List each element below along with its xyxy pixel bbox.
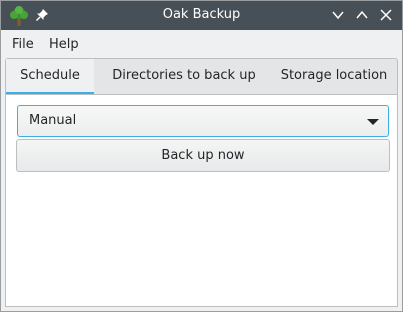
tab-storage-location[interactable]: Storage location [272,59,396,95]
app-window: Oak Backup File Help Schedule Directorie… [0,0,403,312]
close-icon[interactable] [378,7,394,23]
chevron-up-icon[interactable] [354,7,370,23]
triangle-down-icon [367,119,379,125]
tab-directories-to-back-up[interactable]: Directories to back up [104,59,264,95]
title-bar[interactable]: Oak Backup [1,1,402,30]
menu-file[interactable]: File [12,37,34,52]
menu-help[interactable]: Help [49,37,79,52]
tab-schedule[interactable]: Schedule [6,59,94,95]
menu-bar: File Help [1,30,402,57]
chevron-down-icon[interactable] [330,7,346,23]
tab-bar: Schedule Directories to back up Storage … [5,58,398,95]
schedule-frequency-select[interactable]: Manual [17,105,389,137]
back-up-now-button[interactable]: Back up now [16,139,390,172]
schedule-frequency-value: Manual [29,113,77,128]
schedule-panel: Manual Back up now [5,94,398,307]
